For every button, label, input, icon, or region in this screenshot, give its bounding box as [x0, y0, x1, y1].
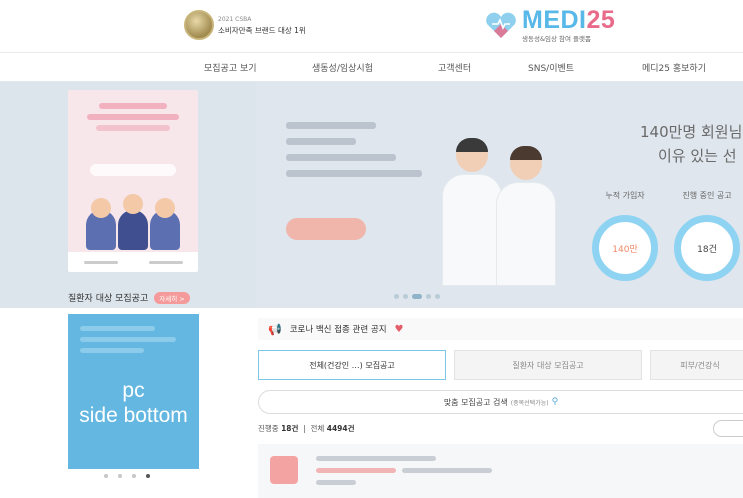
slide-text	[286, 122, 426, 186]
ad-dot[interactable]	[132, 474, 136, 478]
site-header: 2021 CSBA 소비자만족 브랜드 대상 1위 MEDI25 생동성&임상 …	[0, 0, 743, 52]
recruit-tabs: 전체(건강인 …) 모집공고 질환자 대상 모집공고 피부/건강식	[258, 350, 743, 380]
banner-pill	[90, 164, 176, 176]
slide-dot[interactable]	[435, 294, 440, 299]
list-item-thumbnail	[270, 456, 298, 484]
ad-pagination	[104, 474, 150, 478]
slide-dot[interactable]	[403, 294, 408, 299]
award-title: 소비자만족 브랜드 대상 1위	[218, 26, 306, 35]
stat-ring: 18건	[674, 215, 740, 281]
site-logo[interactable]: MEDI25 생동성&임상 참여 플랫폼	[484, 8, 615, 43]
side-ad-banner[interactable]: pc side bottom	[68, 314, 199, 469]
ad-label-line1: pc	[122, 378, 145, 402]
nav-item-promote[interactable]: 메디25 홍보하기	[642, 61, 706, 74]
slide-dot[interactable]	[426, 294, 431, 299]
nav-item-customer-center[interactable]: 고객센터	[438, 61, 471, 74]
award-badge[interactable]: 2021 CSBA 소비자만족 브랜드 대상 1위	[184, 10, 306, 40]
stat-total-members: 누적 가입자 140만	[590, 190, 660, 281]
stat-active-posts: 진행 중인 공고 18건	[672, 190, 742, 281]
tab-all-recruitment[interactable]: 전체(건강인 …) 모집공고	[258, 350, 446, 380]
hero-section: 140만명 회원님 이유 있는 선 누적 가입자 140만 진행 중인 공고 1…	[0, 82, 743, 308]
list-item[interactable]	[258, 444, 743, 498]
people-illustration	[86, 194, 180, 250]
ad-dot[interactable]	[104, 474, 108, 478]
notice-text: 코로나 백신 접종 관련 공지	[289, 325, 387, 335]
view-toggle[interactable]	[713, 420, 743, 437]
custom-search-button[interactable]: 맞춤 모집공고 검색 (중복선택가능) ⚲	[258, 390, 743, 414]
main-nav: 모집공고 보기 생동성/임상시험 고객센터 SNS/이벤트 메디25 홍보하기	[0, 52, 743, 82]
slide-dot-active[interactable]	[412, 294, 422, 299]
slide-cta-button[interactable]	[286, 218, 366, 240]
nav-item-sns-events[interactable]: SNS/이벤트	[528, 61, 574, 74]
stat-ring: 140만	[592, 215, 658, 281]
post-count: 진행중 18건 | 전체 4494건	[258, 424, 355, 433]
more-badge[interactable]: 자세히 >	[154, 291, 190, 304]
ad-dot[interactable]	[118, 474, 122, 478]
doctor-illustration	[442, 138, 502, 286]
award-medal-icon	[184, 10, 214, 40]
megaphone-icon: 📢	[268, 322, 282, 336]
patient-recruit-title: 질환자 대상 모집공고 자세히 >	[68, 291, 190, 304]
nav-item-recruitment[interactable]: 모집공고 보기	[204, 61, 257, 74]
heart-icon: ♥	[394, 323, 404, 335]
tab-patient-recruitment[interactable]: 질환자 대상 모집공고	[454, 350, 642, 380]
search-icon: ⚲	[551, 397, 559, 407]
notice-bar[interactable]: 📢 코로나 백신 접종 관련 공지 ♥	[258, 318, 743, 340]
tab-skin-health[interactable]: 피부/건강식	[650, 350, 743, 380]
logo-wordmark: MEDI25	[522, 6, 616, 34]
heart-logo-icon	[486, 12, 516, 38]
ad-label-line2: side bottom	[79, 403, 188, 427]
slide-pagination	[394, 294, 440, 299]
hero-slide[interactable]	[256, 82, 743, 308]
nurse-illustration	[496, 146, 556, 286]
covid-vaccine-banner[interactable]	[68, 90, 198, 272]
nav-item-clinical-trials[interactable]: 생동성/임상시험	[312, 61, 373, 74]
ad-dot-active[interactable]	[146, 474, 150, 478]
slide-dot[interactable]	[394, 294, 399, 299]
logo-tagline: 생동성&임상 참여 플랫폼	[522, 35, 592, 43]
award-year: 2021 CSBA	[218, 16, 252, 23]
hero-headline: 140만명 회원님 이유 있는 선	[640, 123, 743, 165]
